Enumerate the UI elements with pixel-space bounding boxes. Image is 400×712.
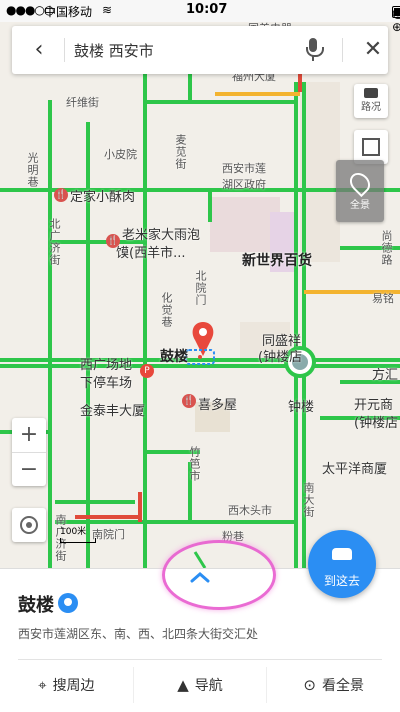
label-zhonglou[interactable]: 钟楼 <box>288 396 314 415</box>
label-huajue: 化觉巷 <box>160 292 173 328</box>
route-to-button[interactable]: 到这去 <box>308 530 376 598</box>
divider <box>18 659 382 660</box>
zoom-in-button[interactable]: + <box>12 418 46 453</box>
search-input[interactable]: 鼓楼 西安市 <box>74 40 294 60</box>
search-nearby-label: 搜周边 <box>52 678 95 694</box>
battery-icon <box>392 6 400 18</box>
route-label: 到这去 <box>323 574 360 588</box>
place-address: 西安市莲湖区东、南、西、北四条大街交汇处 <box>18 627 259 641</box>
scale-label: 100米 <box>60 527 87 537</box>
traffic-light-icon <box>364 88 378 98</box>
label-fanghui[interactable]: 方汇 <box>372 364 398 383</box>
place-name: 鼓楼 <box>18 595 54 616</box>
label-shangde: 尚德路 <box>380 230 393 266</box>
label-nanda: 南大街 <box>302 482 315 518</box>
label-beiguangji: 北广济街 <box>48 218 61 266</box>
label-xiduowu[interactable]: 喜多屋 <box>198 394 237 413</box>
car-icon <box>332 548 352 560</box>
panorama-label: 全景 <box>350 200 370 211</box>
label-maiji: 麦苋街 <box>174 134 187 170</box>
parking-icon: P <box>140 364 154 378</box>
panorama-pin-icon <box>345 168 375 198</box>
label-xiguang-2[interactable]: 下停车场 <box>80 372 132 391</box>
label-xiguang-1[interactable]: 西广场地 <box>80 354 132 373</box>
label-jintaifeng[interactable]: 金泰丰大厦 <box>80 400 145 419</box>
map-view[interactable]: 国美电器 福州大厦 纤维街 小皮院 西安市莲 湖区政府 🍴 定家小酥肉 🍴 老米… <box>0 22 400 569</box>
panorama-view-label: 看全景 <box>321 678 364 694</box>
label-kaiyuan-2[interactable]: (钟楼店 <box>354 412 398 431</box>
traffic-toggle-button[interactable]: 路况 <box>354 84 388 118</box>
label-beiyuanmen: 北院门 <box>194 270 207 306</box>
map-scale: 100米 <box>60 524 96 543</box>
label-laomijia-1[interactable]: 老米家大雨泡 <box>122 224 200 243</box>
status-bar: ●●●○○ 中国移动 ≋ 10:07 @ ⊕ <box>0 0 400 34</box>
label-nanyuanmen: 南院门 <box>92 528 125 541</box>
label-tongshengxiang-2[interactable]: (钟楼店 <box>258 346 302 365</box>
layers-button[interactable] <box>354 130 388 164</box>
search-nearby-button[interactable]: ⌖ 搜周边 <box>0 667 134 703</box>
action-bar: ⌖ 搜周边 ▲ 导航 ⊙ 看全景 <box>0 667 400 703</box>
navigate-button[interactable]: ▲ 导航 <box>134 667 268 703</box>
label-new-world[interactable]: 新世界百货 <box>242 250 312 270</box>
label-kaiyuan-1[interactable]: 开元商 <box>354 394 393 413</box>
label-laomijia-2[interactable]: 馍(西羊市... <box>116 242 185 261</box>
zoom-controls: + − <box>12 418 46 486</box>
panorama-icon: ⊙ <box>303 676 316 694</box>
restaurant-icon: 🍴 <box>54 188 68 202</box>
traffic-label: 路况 <box>361 102 381 113</box>
microphone-icon[interactable] <box>300 35 328 65</box>
restaurant-icon: 🍴 <box>182 394 196 408</box>
back-button[interactable]: ‹ <box>24 35 54 65</box>
label-guangming: 光明巷 <box>26 152 39 188</box>
label-taipingyang[interactable]: 太平洋商厦 <box>322 458 387 477</box>
label-xiaopiyuan: 小皮院 <box>104 148 137 161</box>
layers-icon <box>362 138 380 156</box>
carrier-name: 中国移动 <box>44 5 93 19</box>
clock: 10:07 <box>186 2 228 17</box>
location-badge-icon <box>58 593 78 613</box>
label-yiming: 易铭 <box>372 292 394 305</box>
label-dingjia[interactable]: 定家小酥肉 <box>70 186 135 205</box>
zoom-out-button[interactable]: − <box>12 453 46 487</box>
label-ximutou: 西木头市 <box>228 504 272 517</box>
label-gulou-map[interactable]: 鼓楼 <box>160 346 188 366</box>
close-button[interactable]: ✕ <box>358 35 388 65</box>
navigate-label: 导航 <box>194 678 223 694</box>
wifi-icon: ≋ <box>102 3 113 17</box>
panorama-button[interactable]: 全景 <box>336 160 384 222</box>
label-jingwei: 纤维街 <box>66 96 99 109</box>
divider <box>64 38 65 62</box>
pin-icon: ⌖ <box>38 676 47 694</box>
annotation-circle <box>162 540 276 610</box>
label-gov: 西安市莲 湖区政府 <box>222 162 266 191</box>
label-zhuba: 竹笆市 <box>188 446 201 482</box>
panorama-view-button[interactable]: ⊙ 看全景 <box>267 667 400 703</box>
locate-me-button[interactable] <box>12 508 46 542</box>
divider <box>342 38 343 62</box>
search-bar: ‹ 鼓楼 西安市 ✕ <box>12 26 388 74</box>
navigate-icon: ▲ <box>177 676 189 694</box>
